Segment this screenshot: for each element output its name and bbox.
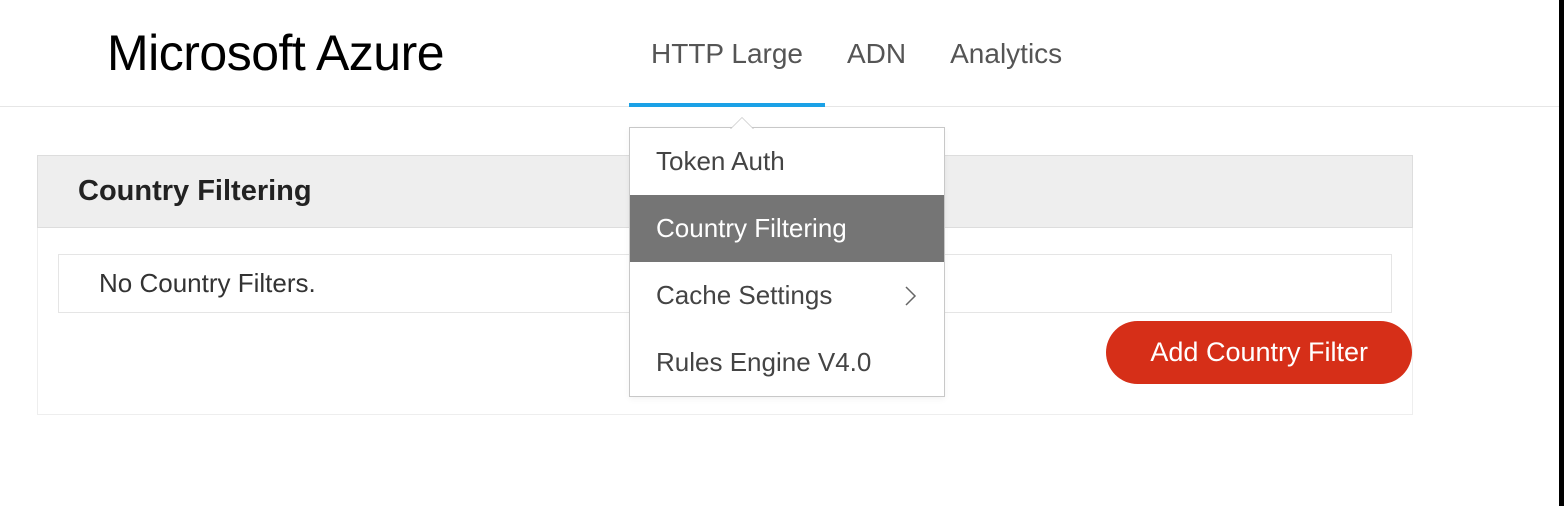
- chevron-right-icon: [904, 285, 918, 307]
- dropdown-item-token-auth[interactable]: Token Auth: [630, 128, 944, 195]
- dropdown-item-cache-settings[interactable]: Cache Settings: [630, 262, 944, 329]
- nav-tab-analytics[interactable]: Analytics: [928, 0, 1084, 107]
- dropdown-item-label: Country Filtering: [656, 213, 847, 244]
- nav-tab-http-large[interactable]: HTTP Large: [629, 0, 825, 107]
- nav-tab-label: ADN: [847, 38, 906, 70]
- nav-tab-adn[interactable]: ADN: [825, 0, 928, 107]
- dropdown-item-label: Rules Engine V4.0: [656, 347, 871, 378]
- dropdown-item-label: Cache Settings: [656, 280, 832, 311]
- http-large-dropdown: Token Auth Country Filtering Cache Setti…: [629, 127, 945, 397]
- dropdown-item-label: Token Auth: [656, 146, 785, 177]
- nav-tab-label: Analytics: [950, 38, 1062, 70]
- dropdown-item-rules-engine[interactable]: Rules Engine V4.0: [630, 329, 944, 396]
- top-navigation-bar: Microsoft Azure HTTP Large ADN Analytics: [0, 0, 1564, 107]
- right-border-decoration: [1559, 0, 1564, 506]
- azure-logo-text: Microsoft Azure: [107, 24, 444, 82]
- nav-tab-label: HTTP Large: [651, 38, 803, 70]
- add-country-filter-button[interactable]: Add Country Filter: [1106, 321, 1412, 384]
- dropdown-item-country-filtering[interactable]: Country Filtering: [630, 195, 944, 262]
- primary-nav: HTTP Large ADN Analytics: [629, 0, 1084, 107]
